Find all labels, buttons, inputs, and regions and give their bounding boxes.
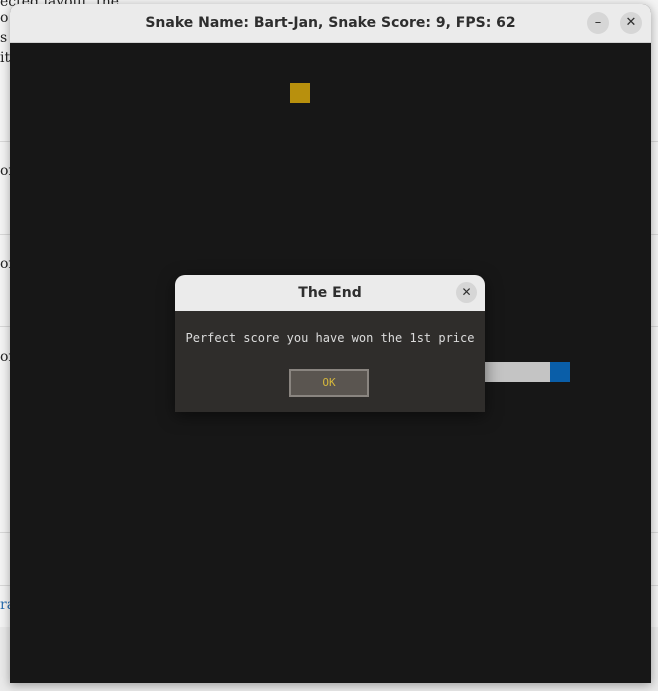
dialog-close-button[interactable]: ✕ — [456, 282, 477, 303]
minimize-icon: – — [594, 15, 602, 30]
dialog-title: The End — [298, 285, 362, 301]
window-close-button[interactable]: ✕ — [620, 12, 642, 34]
close-icon: ✕ — [461, 285, 472, 299]
bg-text-fragment: o — [0, 10, 9, 26]
game-over-dialog: The End ✕ Perfect score you have won the… — [175, 275, 485, 412]
dialog-header[interactable]: The End ✕ — [175, 275, 485, 311]
dialog-message: Perfect score you have won the 1st price — [185, 331, 475, 345]
window-title: Snake Name: Bart-Jan, Snake Score: 9, FP… — [145, 15, 516, 31]
ok-button[interactable]: OK — [289, 369, 369, 397]
food-pellet — [290, 83, 310, 103]
window-titlebar[interactable]: Snake Name: Bart-Jan, Snake Score: 9, FP… — [10, 4, 651, 43]
close-icon: ✕ — [625, 15, 637, 30]
snake-body — [485, 362, 550, 382]
bg-text-fragment: it — [0, 50, 11, 66]
minimize-button[interactable]: – — [587, 12, 609, 34]
snake-head — [550, 362, 570, 382]
